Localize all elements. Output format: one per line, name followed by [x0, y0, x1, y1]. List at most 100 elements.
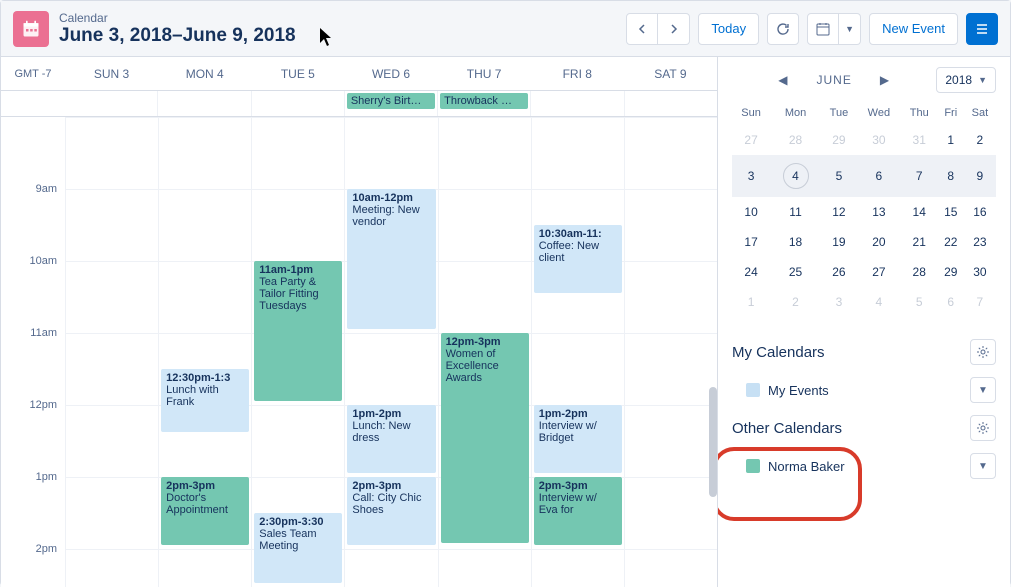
allday-cell[interactable]: Throwback … — [437, 91, 530, 116]
calendar-event[interactable]: 10:30am-11:Coffee: New client — [534, 225, 622, 293]
mini-day[interactable]: 22 — [938, 227, 964, 257]
mini-day[interactable]: 3 — [732, 155, 770, 197]
calendar-event[interactable]: 2:30pm-3:30Sales Team Meeting — [254, 513, 342, 583]
calendar-event[interactable]: 12pm-3pmWomen of Excellence Awards — [441, 333, 529, 543]
scrollbar[interactable] — [709, 387, 717, 497]
day-column[interactable] — [65, 117, 158, 587]
view-dropdown-button[interactable]: ▼ — [839, 13, 861, 45]
mini-day[interactable]: 28 — [901, 257, 938, 287]
mini-day[interactable]: 29 — [821, 125, 857, 155]
calendar-event[interactable]: 1pm-2pmLunch: New dress — [347, 405, 435, 473]
mini-day[interactable]: 2 — [964, 125, 996, 155]
day-header[interactable]: WED 6 — [344, 67, 437, 81]
mini-day[interactable]: 25 — [770, 257, 821, 287]
day-column[interactable]: 10:30am-11:Coffee: New client 1pm-2pmInte… — [531, 117, 624, 587]
day-header[interactable]: TUE 5 — [251, 67, 344, 81]
day-column[interactable]: 11am-1pmTea Party & Tailor Fitting Tuesd… — [251, 117, 344, 587]
refresh-button[interactable] — [767, 13, 799, 45]
view-button[interactable] — [807, 13, 839, 45]
mini-day[interactable]: 6 — [857, 155, 901, 197]
calendar-event[interactable]: 2pm-3pmCall: City Chic Shoes — [347, 477, 435, 545]
mini-day[interactable]: 12 — [821, 197, 857, 227]
mini-day[interactable]: 24 — [732, 257, 770, 287]
other-calendars-settings-button[interactable] — [970, 415, 996, 441]
allday-cell[interactable]: Sherry's Birt… — [344, 91, 437, 116]
day-header[interactable]: THU 7 — [438, 67, 531, 81]
mini-day[interactable]: 31 — [901, 125, 938, 155]
calendar-event[interactable]: 12:30pm-1:3Lunch with Frank — [161, 369, 249, 432]
allday-cell[interactable] — [157, 91, 250, 116]
mini-day[interactable]: 11 — [770, 197, 821, 227]
mini-day[interactable]: 19 — [821, 227, 857, 257]
calendar-item-norma-baker[interactable]: Norma Baker ▼ — [732, 447, 996, 485]
mini-day[interactable]: 4 — [857, 287, 901, 317]
mini-day[interactable]: 3 — [821, 287, 857, 317]
day-header[interactable]: SUN 3 — [65, 67, 158, 81]
mini-day[interactable]: 26 — [821, 257, 857, 287]
allday-cell[interactable] — [251, 91, 344, 116]
event-time: 2pm-3pm — [166, 480, 244, 492]
calendar-event[interactable]: 2pm-3pmDoctor's Appointment — [161, 477, 249, 545]
allday-event[interactable]: Sherry's Birt… — [347, 93, 435, 109]
prev-button[interactable] — [626, 13, 658, 45]
mini-day[interactable]: 5 — [901, 287, 938, 317]
mini-day[interactable]: 4 — [770, 155, 821, 197]
mini-day[interactable]: 30 — [964, 257, 996, 287]
other-calendars-header: Other Calendars — [732, 409, 996, 447]
calendar-event[interactable]: 1pm-2pmInterview w/ Bridget — [534, 405, 622, 473]
mini-calendar[interactable]: SunMonTueWedThuFriSat 272829303112345678… — [732, 101, 996, 317]
my-calendars-settings-button[interactable] — [970, 339, 996, 365]
calendar-item-my-events[interactable]: My Events ▼ — [732, 371, 996, 409]
calendar-event[interactable]: 10am-12pmMeeting: New vendor — [347, 189, 435, 329]
mini-day[interactable]: 7 — [901, 155, 938, 197]
mini-day[interactable]: 2 — [770, 287, 821, 317]
new-event-button[interactable]: New Event — [869, 13, 958, 45]
calendar-event[interactable]: 11am-1pmTea Party & Tailor Fitting Tuesd… — [254, 261, 342, 401]
day-header[interactable]: SAT 9 — [624, 67, 717, 81]
allday-event[interactable]: Throwback … — [440, 93, 528, 109]
calendar-item-menu-button[interactable]: ▼ — [970, 377, 996, 403]
mini-day[interactable]: 20 — [857, 227, 901, 257]
mini-day[interactable]: 18 — [770, 227, 821, 257]
mini-next-button[interactable]: ▶ — [876, 69, 894, 91]
mini-day[interactable]: 16 — [964, 197, 996, 227]
mini-day[interactable]: 17 — [732, 227, 770, 257]
allday-cell[interactable] — [624, 91, 717, 116]
mini-day[interactable]: 23 — [964, 227, 996, 257]
day-column[interactable]: 10am-12pmMeeting: New vendor 1pm-2pmLunch… — [344, 117, 437, 587]
allday-cell[interactable] — [530, 91, 623, 116]
day-column[interactable] — [624, 117, 717, 587]
allday-cell[interactable] — [65, 91, 157, 116]
mini-day[interactable]: 1 — [732, 287, 770, 317]
mini-day[interactable]: 9 — [964, 155, 996, 197]
mini-day[interactable]: 10 — [732, 197, 770, 227]
calendar-grid[interactable]: 9am10am11am12pm1pm2pm3pm 12:30pm-1:3Lunc… — [1, 117, 717, 587]
calendar-item-menu-button[interactable]: ▼ — [970, 453, 996, 479]
mini-day[interactable]: 28 — [770, 125, 821, 155]
mini-day[interactable]: 21 — [901, 227, 938, 257]
mini-day[interactable]: 27 — [857, 257, 901, 287]
mini-day[interactable]: 14 — [901, 197, 938, 227]
mini-day[interactable]: 8 — [938, 155, 964, 197]
mini-day[interactable]: 1 — [938, 125, 964, 155]
mini-day[interactable]: 30 — [857, 125, 901, 155]
mini-day[interactable]: 7 — [964, 287, 996, 317]
today-button[interactable]: Today — [698, 13, 759, 45]
next-button[interactable] — [658, 13, 690, 45]
mini-day[interactable]: 5 — [821, 155, 857, 197]
day-column[interactable]: 12pm-3pmWomen of Excellence Awards — [438, 117, 531, 587]
day-header[interactable]: MON 4 — [158, 67, 251, 81]
mini-prev-button[interactable]: ◀ — [774, 69, 792, 91]
mini-day[interactable]: 13 — [857, 197, 901, 227]
mini-month-label: JUNE — [817, 73, 852, 87]
mini-day[interactable]: 15 — [938, 197, 964, 227]
side-panel-toggle-button[interactable] — [966, 13, 998, 45]
day-column[interactable]: 12:30pm-1:3Lunch with Frank 2pm-3pmDoctor… — [158, 117, 251, 587]
mini-day[interactable]: 27 — [732, 125, 770, 155]
event-title: Lunch: New dress — [352, 420, 430, 444]
mini-day[interactable]: 29 — [938, 257, 964, 287]
mini-day[interactable]: 6 — [938, 287, 964, 317]
year-select[interactable]: 2018 ▼ — [936, 67, 996, 93]
calendar-event[interactable]: 2pm-3pmInterview w/ Eva for — [534, 477, 622, 545]
day-header[interactable]: FRI 8 — [531, 67, 624, 81]
